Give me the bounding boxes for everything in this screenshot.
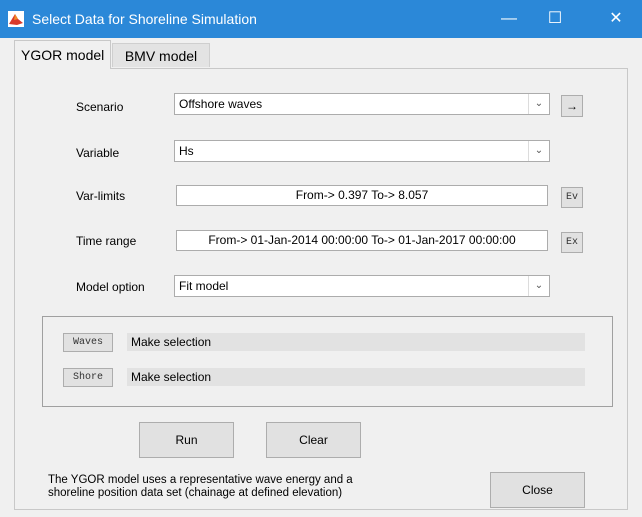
ev-button[interactable]: Ev bbox=[561, 187, 583, 208]
chevron-down-icon: ⌄ bbox=[528, 94, 549, 114]
tab-bmv-model[interactable]: BMV model bbox=[112, 43, 210, 67]
run-button[interactable]: Run bbox=[139, 422, 234, 458]
shore-button[interactable]: Shore bbox=[63, 368, 113, 387]
shore-status: Make selection bbox=[127, 368, 585, 386]
close-window-button[interactable]: ✕ bbox=[590, 0, 642, 38]
time-range-field[interactable]: From-> 01-Jan-2014 00:00:00 To-> 01-Jan-… bbox=[176, 230, 548, 251]
variable-label: Variable bbox=[76, 146, 120, 160]
minimize-button[interactable]: — bbox=[486, 0, 532, 38]
model-option-label: Model option bbox=[76, 280, 145, 294]
matlab-app-icon bbox=[8, 11, 24, 27]
ex-button[interactable]: Ex bbox=[561, 232, 583, 253]
waves-button[interactable]: Waves bbox=[63, 333, 113, 352]
scenario-select[interactable]: Offshore waves ⌄ bbox=[174, 93, 550, 115]
info-text: The YGOR model uses a representative wav… bbox=[48, 474, 353, 499]
waves-status: Make selection bbox=[127, 333, 585, 351]
maximize-button[interactable]: ☐ bbox=[532, 0, 578, 38]
time-range-label: Time range bbox=[76, 234, 137, 248]
scenario-go-button[interactable]: → bbox=[561, 95, 583, 117]
chevron-down-icon: ⌄ bbox=[528, 276, 549, 296]
clear-button[interactable]: Clear bbox=[266, 422, 361, 458]
model-option-select[interactable]: Fit model ⌄ bbox=[174, 275, 550, 297]
scenario-label: Scenario bbox=[76, 100, 124, 114]
scenario-value: Offshore waves bbox=[179, 97, 263, 111]
variable-value: Hs bbox=[179, 144, 194, 158]
var-limits-field[interactable]: From-> 0.397 To-> 8.057 bbox=[176, 185, 548, 206]
window-title: Select Data for Shoreline Simulation bbox=[32, 11, 257, 27]
chevron-down-icon: ⌄ bbox=[528, 141, 549, 161]
variable-select[interactable]: Hs ⌄ bbox=[174, 140, 550, 162]
selection-group bbox=[42, 316, 613, 407]
title-bar: Select Data for Shoreline Simulation — ☐… bbox=[0, 0, 642, 38]
model-option-value: Fit model bbox=[179, 279, 229, 293]
tab-ygor-model[interactable]: YGOR model bbox=[14, 40, 112, 69]
var-limits-label: Var-limits bbox=[76, 189, 126, 203]
close-button[interactable]: Close bbox=[490, 472, 585, 508]
